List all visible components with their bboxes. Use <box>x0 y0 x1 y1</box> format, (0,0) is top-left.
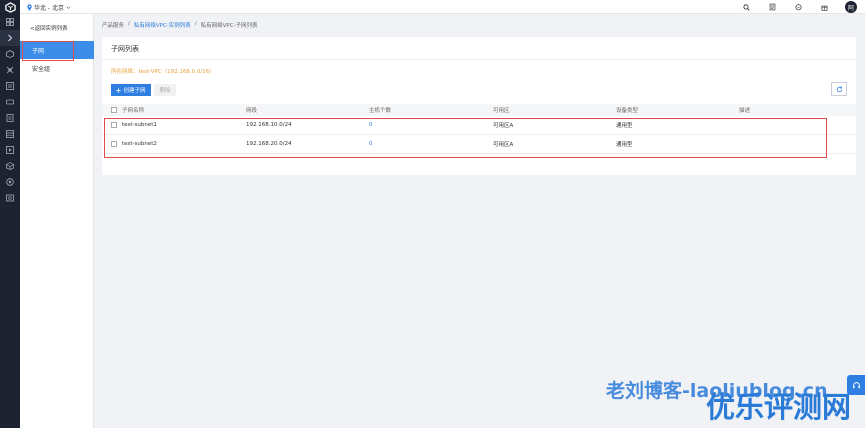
left-rail <box>0 14 20 428</box>
shield-icon[interactable] <box>0 190 20 206</box>
divider <box>102 59 856 60</box>
search-icon[interactable] <box>741 2 751 12</box>
box-icon[interactable] <box>0 46 20 62</box>
refresh-button[interactable] <box>831 82 847 96</box>
select-all-checkbox[interactable] <box>111 107 117 113</box>
breadcrumb-item: 产品服务 <box>102 23 125 29</box>
sidebar-item-security-group[interactable]: 安全组 <box>20 59 94 77</box>
create-subnet-label: 创建子网 <box>123 88 146 94</box>
region-selector[interactable]: 华北 - 北京 <box>27 2 71 12</box>
list-icon[interactable] <box>0 78 20 94</box>
breadcrumb-separator: / <box>128 21 130 27</box>
rows-highlight-box <box>104 118 827 158</box>
logo[interactable] <box>0 0 20 14</box>
column-header: 子网名称 <box>122 108 145 114</box>
chevron-right-icon[interactable] <box>0 30 20 46</box>
network-icon[interactable] <box>0 62 20 78</box>
play-icon[interactable] <box>0 142 20 158</box>
refresh-icon <box>836 86 842 92</box>
grid-icon[interactable] <box>0 14 20 30</box>
plus-icon <box>116 87 122 93</box>
message-icon[interactable] <box>793 2 803 12</box>
avatar[interactable]: 阿 <box>845 1 857 13</box>
breadcrumb-link[interactable]: 私有网络VPC-实例列表 <box>134 21 191 29</box>
cube-icon[interactable] <box>0 158 20 174</box>
sidebar-item-label: 安全组 <box>32 65 51 73</box>
headset-icon <box>852 381 860 388</box>
breadcrumb: 产品服务 / 私有网络VPC-实例列表 / 私有网络VPC-子网列表 <box>102 21 258 29</box>
column-header: 描述 <box>739 108 751 114</box>
support-float-button[interactable] <box>847 375 865 395</box>
breadcrumb-separator: / <box>194 21 197 27</box>
sidebar-item-label: 子网 <box>32 47 45 55</box>
breadcrumb-item: 私有网络VPC-子网列表 <box>200 23 258 29</box>
circle-icon[interactable] <box>0 174 20 190</box>
page-title: 子网列表 <box>111 45 139 53</box>
chevron-down-icon <box>66 5 71 9</box>
cube-logo-icon <box>4 1 16 13</box>
back-to-instances-link[interactable]: <返回实例列表 <box>30 24 68 32</box>
column-header: 网段 <box>246 108 258 114</box>
table-icon[interactable] <box>0 126 20 142</box>
watermark-site: 优乐评测网 <box>706 390 852 424</box>
location-pin-icon <box>27 3 32 11</box>
column-header: 可用区 <box>493 108 510 114</box>
top-bar: 华北 - 北京 阿 <box>0 0 865 14</box>
db-icon[interactable] <box>0 110 20 126</box>
document-icon[interactable] <box>767 2 777 12</box>
table-header: 子网名称 网段 主机个数 可用区 设备类型 描述 <box>102 104 856 116</box>
vpc-info: 所在网络：test-VPC（192.168.0.0/16） <box>111 69 215 75</box>
sidebar-item-subnet[interactable]: 子网 <box>20 41 94 61</box>
create-subnet-button[interactable]: 创建子网 <box>111 84 151 96</box>
sidebar: <返回实例列表 子网 安全组 <box>20 14 94 428</box>
delete-button[interactable]: 删除 <box>154 84 176 96</box>
column-header: 设备类型 <box>616 108 639 114</box>
region-label: 华北 - 北京 <box>34 4 64 12</box>
card-icon[interactable] <box>0 94 20 110</box>
column-header: 主机个数 <box>369 108 392 114</box>
gift-icon[interactable] <box>819 2 829 12</box>
